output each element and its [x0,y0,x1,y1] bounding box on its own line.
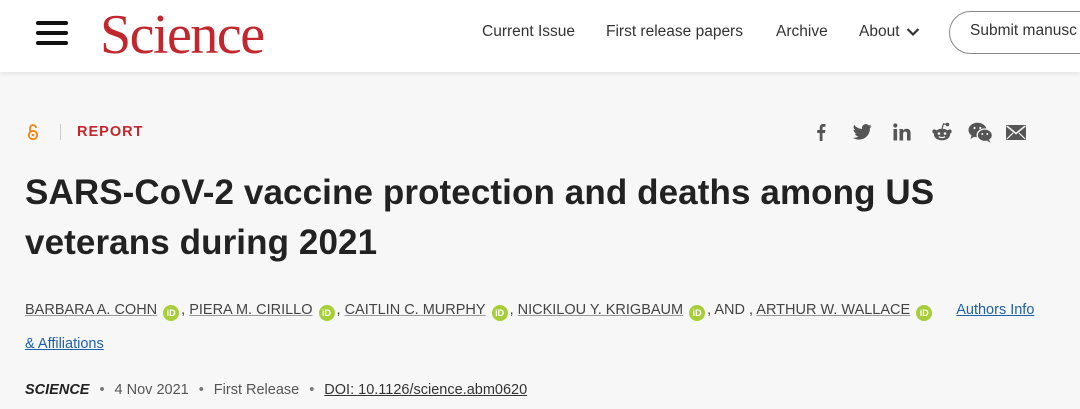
nav-current-issue[interactable]: Current Issue [482,23,575,41]
separator-dot: • [309,382,315,398]
menu-icon[interactable] [36,21,68,45]
author-link[interactable]: PIERA M. CIRILLO [189,302,312,318]
nav-about-label: About [859,23,900,40]
article-meta: SCIENCE • 4 Nov 2021 • First Release • DOI: 10… [25,382,527,398]
release-type: First Release [213,382,300,398]
author-link[interactable]: CAITLIN C. MURPHY [345,302,486,318]
email-icon[interactable] [1006,121,1026,143]
orcid-icon[interactable]: iD [163,305,180,321]
separator-dot: • [198,382,204,398]
author-link[interactable]: NICKILOU Y. KRIGBAUM [518,302,683,318]
chevron-down-icon [906,28,919,36]
doi-link[interactable]: DOI: 10.1126/science.abm0620 [324,382,527,398]
article-type-label: REPORT [77,124,144,140]
author-list: BARBARA A. COHN iD, PIERA M. CIRILLO iD, C… [25,302,1035,352]
author-link[interactable]: BARBARA A. COHN [25,302,157,318]
wechat-icon[interactable] [967,121,993,143]
orcid-icon[interactable]: iD [318,305,335,321]
nav-archive[interactable]: Archive [776,23,828,41]
reddit-icon[interactable] [931,121,953,143]
journal-name: SCIENCE [25,382,90,398]
and-text: AND [714,302,745,318]
publication-date: 4 Nov 2021 [114,382,189,398]
submit-manuscript-button[interactable]: Submit manusc [949,11,1080,54]
orcid-icon[interactable]: iD [689,305,706,321]
nav-about[interactable]: About [859,23,920,41]
science-logo[interactable]: Science [100,4,265,66]
separator-dot: • [99,382,105,398]
site-header: Science Current Issue First release pape… [0,0,1080,72]
linkedin-icon[interactable] [892,121,912,143]
open-access-icon [27,124,39,141]
facebook-icon[interactable] [812,121,830,143]
article-type-row: REPORT [26,122,143,142]
orcid-icon[interactable]: iD [916,305,933,321]
divider [60,124,61,140]
author-link[interactable]: ARTHUR W. WALLACE [756,302,910,318]
orcid-icon[interactable]: iD [491,305,508,321]
nav-first-release[interactable]: First release papers [606,23,743,41]
article-title: SARS-CoV-2 vaccine protection and deaths… [25,173,935,262]
twitter-icon[interactable] [851,121,873,143]
